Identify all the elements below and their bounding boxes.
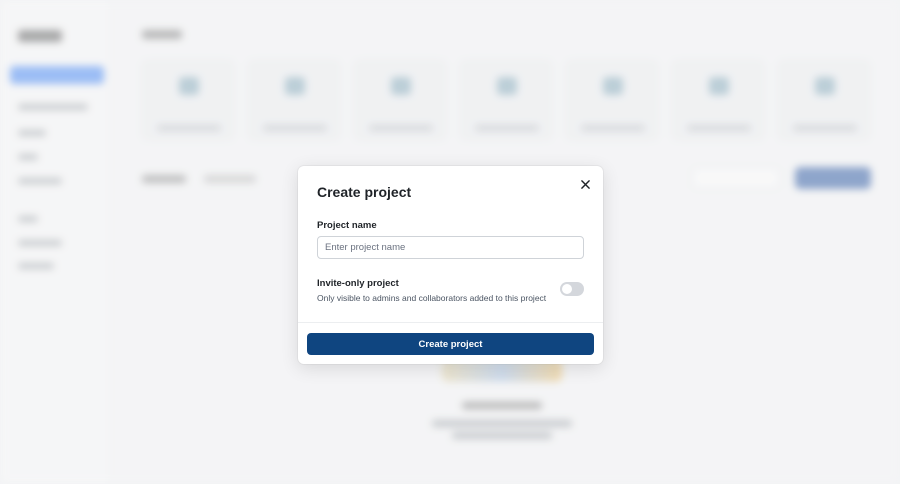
create-project-dialog: Create project Project name Invite-only … xyxy=(298,166,603,364)
toggle-knob xyxy=(562,284,572,294)
invite-only-description: Only visible to admins and collaborators… xyxy=(317,293,547,303)
create-project-button[interactable]: Create project xyxy=(307,333,594,355)
project-name-label: Project name xyxy=(317,220,377,231)
project-name-input[interactable] xyxy=(317,236,584,259)
close-icon xyxy=(580,179,590,189)
close-button[interactable] xyxy=(576,175,594,193)
dialog-divider xyxy=(298,322,603,323)
dialog-title: Create project xyxy=(317,184,412,200)
invite-only-toggle[interactable] xyxy=(560,282,584,296)
invite-only-title: Invite-only project xyxy=(317,278,399,289)
